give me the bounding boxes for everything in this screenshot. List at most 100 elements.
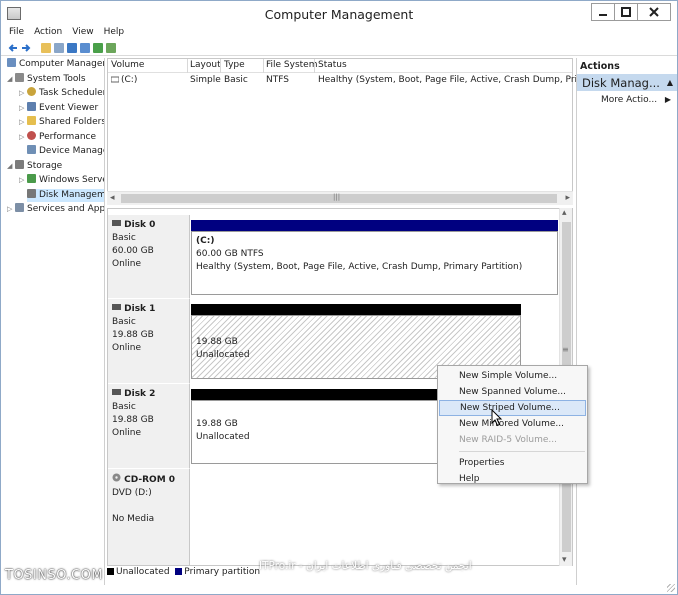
column-header-type[interactable]: Type bbox=[224, 60, 245, 70]
expand-icon[interactable]: ▷ bbox=[19, 87, 27, 100]
disk-icon[interactable] bbox=[93, 43, 103, 53]
minimize-button[interactable] bbox=[591, 3, 615, 21]
disk-size: 60.00 GB bbox=[112, 246, 154, 256]
menu-view[interactable]: View bbox=[72, 27, 93, 41]
navigation-tree: Computer Managem ◢ System Tools ▷ Task Sch… bbox=[5, 58, 105, 585]
context-menu: New Simple Volume... New Spanned Volume.… bbox=[437, 365, 588, 484]
tree-item-device-manager[interactable]: Device Manager bbox=[27, 145, 104, 158]
partition-status: Healthy (System, Boot, Page File, Active… bbox=[196, 262, 523, 272]
tree-item-storage[interactable]: ◢ Storage bbox=[7, 160, 62, 173]
tree-item-event-viewer[interactable]: ▷ Event Viewer bbox=[19, 102, 98, 115]
column-header-volume[interactable]: Volume bbox=[111, 60, 144, 70]
legend-unallocated: Unallocated bbox=[116, 567, 170, 577]
horizontal-scrollbar[interactable]: ◂ ||| ▸ bbox=[107, 191, 573, 205]
tree-item-computer-management[interactable]: Computer Managem bbox=[7, 58, 104, 71]
watermark-itpro: انجمن تخصصی فناوری اطلاعات ایران - ITPro… bbox=[259, 560, 472, 572]
back-arrow-icon[interactable] bbox=[8, 43, 18, 53]
menu-item-new-mirrored-volume[interactable]: New Mirrored Volume... bbox=[438, 416, 587, 432]
disk-management-icon bbox=[27, 189, 36, 198]
scroll-left-icon[interactable]: ◂ bbox=[110, 193, 115, 203]
menu-bar: File Action View Help bbox=[1, 27, 677, 41]
grip-icon: ≡ bbox=[562, 345, 569, 354]
column-header-file-system[interactable]: File System bbox=[266, 60, 317, 70]
disk-2-info[interactable]: Disk 2 Basic 19.88 GB Online bbox=[108, 384, 190, 469]
disk-type: Basic bbox=[112, 233, 136, 243]
resize-grip-icon[interactable] bbox=[667, 584, 675, 592]
maximize-button[interactable] bbox=[614, 3, 638, 21]
actions-pane: Actions Disk Manag... ▲ More Actio... ▶ bbox=[576, 58, 677, 585]
event-viewer-icon bbox=[27, 102, 36, 111]
partition-c[interactable]: (C:) 60.00 GB NTFS Healthy (System, Boot… bbox=[191, 220, 558, 295]
disk-name: Disk 2 bbox=[124, 389, 156, 399]
scroll-right-icon[interactable]: ▸ bbox=[565, 193, 570, 203]
column-header-status[interactable]: Status bbox=[318, 60, 347, 70]
close-icon bbox=[649, 7, 659, 17]
more-actions[interactable]: More Actio... ▶ bbox=[577, 91, 677, 105]
tree-item-performance[interactable]: ▷ Performance bbox=[19, 131, 96, 144]
title-bar[interactable]: Computer Management bbox=[1, 1, 677, 27]
disk-size: 19.88 GB bbox=[112, 330, 154, 340]
primary-partition-bar bbox=[191, 220, 558, 231]
disk-icon bbox=[112, 389, 121, 395]
storage-icon bbox=[15, 160, 24, 169]
tools-icon bbox=[15, 73, 24, 82]
collapse-icon[interactable]: ◢ bbox=[7, 160, 15, 173]
window-title: Computer Management bbox=[264, 7, 414, 22]
collapse-icon[interactable]: ◢ bbox=[7, 73, 15, 86]
tree-item-task-scheduler[interactable]: ▷ Task Scheduler bbox=[19, 87, 104, 100]
menu-action[interactable]: Action bbox=[34, 27, 62, 41]
expand-icon[interactable]: ▷ bbox=[19, 102, 27, 115]
menu-item-new-striped-volume[interactable]: New Striped Volume... bbox=[439, 400, 586, 416]
column-header-layout[interactable]: Layout bbox=[190, 60, 221, 70]
disk-type: Basic bbox=[112, 317, 136, 327]
mouse-cursor-icon bbox=[491, 409, 503, 427]
menu-help[interactable]: Help bbox=[104, 27, 125, 41]
partition-size: 60.00 GB NTFS bbox=[196, 249, 264, 259]
close-button[interactable] bbox=[637, 3, 671, 21]
tree-item-disk-management[interactable]: Disk Manageme bbox=[27, 189, 104, 202]
tree-item-windows-server-backup[interactable]: ▷ Windows Server bbox=[19, 174, 104, 187]
disk-state: No Media bbox=[112, 514, 155, 524]
menu-item-new-raid5-volume: New RAID-5 Volume... bbox=[459, 435, 558, 445]
volume-file-system: NTFS bbox=[266, 75, 289, 85]
disk-1-info[interactable]: Disk 1 Basic 19.88 GB Online bbox=[108, 299, 190, 384]
disk-name: Disk 1 bbox=[124, 304, 156, 314]
clock-icon bbox=[27, 87, 36, 96]
tree-item-services-applications[interactable]: ▷ Services and Appli bbox=[7, 203, 104, 216]
show-hide-tree-icon[interactable] bbox=[54, 43, 64, 53]
tree-item-shared-folders[interactable]: ▷ Shared Folders bbox=[19, 116, 104, 129]
menu-file[interactable]: File bbox=[9, 27, 24, 41]
menu-item-new-spanned-volume[interactable]: New Spanned Volume... bbox=[438, 384, 587, 400]
view-icon[interactable] bbox=[106, 43, 116, 53]
up-folder-icon[interactable] bbox=[41, 43, 51, 53]
disk-icon bbox=[112, 220, 121, 226]
menu-item-new-simple-volume[interactable]: New Simple Volume... bbox=[438, 368, 587, 384]
computer-management-window: Computer Management File Action View Hel… bbox=[0, 0, 678, 595]
expand-icon[interactable]: ▷ bbox=[19, 174, 27, 187]
cdrom-0-info[interactable]: CD-ROM 0 DVD (D:) No Media bbox=[108, 469, 190, 565]
properties-icon[interactable] bbox=[80, 43, 90, 53]
scroll-up-icon[interactable]: ▴ bbox=[562, 208, 567, 218]
table-row[interactable]: (C:) Simple Basic NTFS Healthy (System, … bbox=[108, 74, 600, 87]
scroll-down-icon[interactable]: ▾ bbox=[562, 555, 567, 565]
volume-status: Healthy (System, Boot, Page File, Active… bbox=[318, 75, 601, 85]
maximize-icon bbox=[621, 7, 631, 17]
menu-item-properties[interactable]: Properties bbox=[438, 455, 587, 471]
forward-arrow-icon[interactable] bbox=[21, 43, 31, 53]
disk-0-info[interactable]: Disk 0 Basic 60.00 GB Online bbox=[108, 215, 190, 299]
primary-swatch bbox=[175, 568, 183, 575]
submenu-arrow-icon: ▶ bbox=[664, 95, 671, 104]
partition-size: 19.88 GB bbox=[196, 337, 238, 347]
collapse-arrow-icon[interactable]: ▲ bbox=[667, 78, 673, 87]
unallocated-bar bbox=[191, 304, 521, 315]
expand-icon[interactable]: ▷ bbox=[19, 131, 27, 144]
unallocated-swatch bbox=[107, 568, 114, 575]
tree-item-system-tools[interactable]: ◢ System Tools bbox=[7, 73, 86, 86]
actions-disk-management[interactable]: Disk Manag... ▲ bbox=[577, 74, 677, 91]
expand-icon[interactable]: ▷ bbox=[7, 203, 15, 216]
expand-icon[interactable]: ▷ bbox=[19, 116, 27, 129]
disk-type: Basic bbox=[112, 402, 136, 412]
services-icon bbox=[15, 203, 24, 212]
menu-item-help[interactable]: Help bbox=[438, 471, 587, 487]
help-icon[interactable] bbox=[67, 43, 77, 53]
